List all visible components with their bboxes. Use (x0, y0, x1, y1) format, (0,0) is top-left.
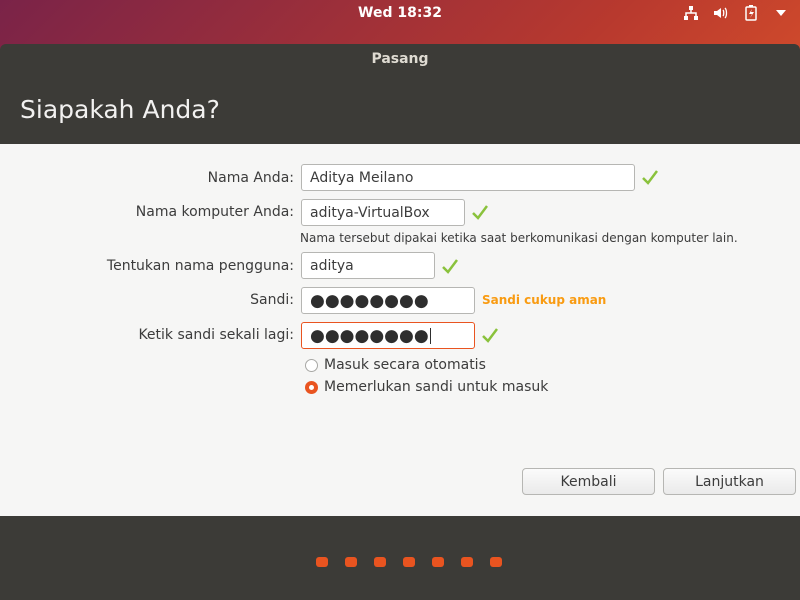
computer-name-input[interactable]: aditya-VirtualBox (301, 199, 465, 226)
computer-name-label: Nama komputer Anda: (135, 204, 294, 220)
progress-dots (316, 557, 502, 567)
confirm-password-valid-check-icon (482, 328, 498, 343)
window-title[interactable]: Pasang (0, 44, 800, 74)
computer-name-valid-check-icon (472, 205, 488, 220)
battery-icon[interactable] (742, 4, 760, 22)
username-valid-check-icon (442, 259, 458, 274)
radio-auto-login-indicator[interactable] (305, 358, 318, 372)
confirm-password-input[interactable]: ●●●●●●●● (301, 322, 475, 349)
username-label: Tentukan nama pengguna: (106, 258, 294, 274)
progress-dot (461, 557, 473, 567)
password-label: Sandi: (250, 292, 294, 308)
progress-dot (374, 557, 386, 567)
name-input[interactable]: Aditya Meilano (301, 164, 635, 191)
page-title: Siapakah Anda? (20, 94, 220, 124)
network-icon[interactable] (682, 4, 700, 22)
username-input[interactable]: aditya (301, 252, 435, 279)
system-tray[interactable] (682, 4, 790, 22)
progress-dot (345, 557, 357, 567)
clock[interactable]: Wed 18:32 (0, 5, 800, 21)
system-menu-arrow-icon[interactable] (772, 4, 790, 22)
radio-require-password-label[interactable]: Memerlukan sandi untuk masuk (324, 379, 548, 395)
computer-name-hint: Nama tersebut dipakai ketika saat berkom… (300, 231, 738, 245)
progress-dot (432, 557, 444, 567)
user-form: Nama Anda: Aditya Meilano Nama komputer … (0, 144, 800, 516)
name-label: Nama Anda: (207, 170, 294, 186)
radio-auto-login[interactable]: Masuk secara otomatis (305, 357, 486, 373)
back-button[interactable]: Kembali (522, 468, 655, 495)
password-dots: ●●●●●●●● (310, 290, 429, 311)
progress-dot (316, 557, 328, 567)
volume-icon[interactable] (712, 4, 730, 22)
continue-button[interactable]: Lanjutkan (663, 468, 796, 495)
progress-dot (403, 557, 415, 567)
radio-require-password-indicator[interactable] (305, 380, 318, 394)
radio-require-password[interactable]: Memerlukan sandi untuk masuk (305, 379, 548, 395)
name-valid-check-icon (642, 170, 658, 185)
text-caret (429, 327, 431, 344)
password-strength: Sandi cukup aman (482, 293, 607, 307)
confirm-password-dots: ●●●●●●●● (310, 325, 429, 346)
radio-auto-login-label[interactable]: Masuk secara otomatis (324, 357, 486, 373)
confirm-password-label: Ketik sandi sekali lagi: (138, 327, 294, 343)
password-input[interactable]: ●●●●●●●● (301, 287, 475, 314)
installer-window: Pasang Siapakah Anda? Nama Anda: Aditya … (0, 44, 800, 600)
progress-dot (490, 557, 502, 567)
top-panel: Wed 18:32 (0, 0, 800, 27)
